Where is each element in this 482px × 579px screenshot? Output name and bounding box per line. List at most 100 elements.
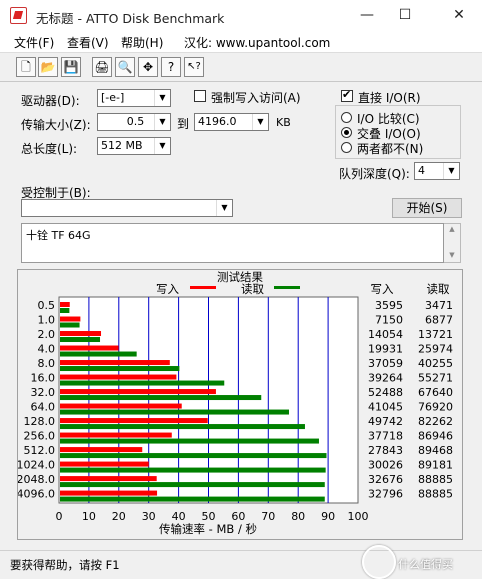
- new-file-icon[interactable]: 🗋: [16, 57, 36, 77]
- bar-read: [60, 409, 289, 415]
- drive-label: 驱动器(D):: [21, 94, 80, 108]
- value-read: 82262: [418, 415, 453, 428]
- bar-read: [60, 380, 225, 386]
- value-write: 30026: [368, 459, 403, 472]
- move-icon[interactable]: ✥: [138, 57, 158, 77]
- open-folder-icon[interactable]: 📂: [38, 57, 58, 77]
- y-tick-label: 2048.0: [18, 473, 55, 486]
- y-tick-label: 512.0: [24, 444, 56, 457]
- maximize-button[interactable]: ☐: [382, 0, 428, 30]
- bar-write: [60, 360, 170, 366]
- description-scrollbar[interactable]: ▲ ▼: [444, 223, 461, 263]
- help-icon[interactable]: ?: [161, 57, 181, 77]
- bar-read: [60, 337, 101, 343]
- bar-read: [60, 467, 326, 473]
- menu-bar: 文件(F) 查看(V) 帮助(H) 汉化: www.upantool.com: [0, 30, 482, 52]
- column-header-write: 写入: [371, 282, 394, 296]
- bar-write: [60, 418, 208, 424]
- y-tick-label: 128.0: [24, 415, 56, 428]
- value-read: 25974: [418, 343, 453, 356]
- y-tick-label: 1.0: [38, 314, 56, 327]
- controlled-by-select[interactable]: ▼: [21, 199, 233, 217]
- value-write: 14054: [368, 328, 403, 341]
- check-icon: ✔: [342, 88, 352, 101]
- neither-label: 两者都不(N): [357, 142, 424, 156]
- context-help-icon[interactable]: ↖?: [184, 57, 204, 77]
- chevron-down-icon: ▼: [154, 138, 170, 154]
- bar-read: [60, 424, 305, 430]
- bar-read: [60, 482, 325, 488]
- direct-io-checkbox[interactable]: ✔: [341, 88, 353, 102]
- queue-depth-label: 队列深度(Q):: [339, 167, 410, 181]
- x-tick-label: 70: [261, 510, 275, 523]
- bar-write: [60, 476, 157, 482]
- menu-help[interactable]: 帮助(H): [121, 34, 163, 51]
- y-tick-label: 32.0: [31, 386, 56, 399]
- value-read: 6877: [425, 314, 453, 327]
- queue-depth-select[interactable]: 4 ▼: [414, 162, 460, 180]
- x-tick-label: 10: [82, 510, 96, 523]
- bar-read: [60, 395, 262, 401]
- bar-write: [60, 447, 143, 453]
- chevron-down-icon: ▼: [154, 90, 170, 106]
- value-read: 3471: [425, 299, 453, 312]
- bar-write: [60, 331, 102, 337]
- x-tick-label: 100: [348, 510, 369, 523]
- chevron-down-icon: ▼: [252, 114, 268, 130]
- start-button[interactable]: 开始(S): [392, 198, 462, 218]
- print-icon[interactable]: 🖨: [92, 57, 112, 77]
- value-write: 52488: [368, 386, 403, 399]
- bar-write: [60, 374, 177, 380]
- watermark-logo: [362, 545, 396, 579]
- bar-read: [60, 308, 70, 313]
- print-preview-icon[interactable]: 🔍: [115, 57, 135, 77]
- value-write: 19931: [368, 343, 403, 356]
- bar-read: [60, 496, 325, 502]
- value-read: 67640: [418, 386, 453, 399]
- value-read: 89181: [418, 459, 453, 472]
- transfer-to-select[interactable]: 4196.0 ▼: [194, 113, 269, 131]
- value-read: 88885: [418, 488, 453, 501]
- chevron-down-icon: ▼: [443, 163, 459, 179]
- radio-overlapped-io[interactable]: [341, 127, 352, 138]
- x-tick-label: 80: [291, 510, 305, 523]
- legend-write-label: 写入: [156, 282, 179, 296]
- bar-write: [60, 461, 149, 467]
- value-write: 39264: [368, 372, 403, 385]
- x-tick-label: 90: [321, 510, 335, 523]
- transfer-from-select[interactable]: 0.5 ▼: [97, 113, 171, 131]
- transfer-from-value: 0.5: [126, 115, 145, 128]
- close-button[interactable]: ✕: [436, 0, 482, 30]
- transfer-size-label: 传输大小(Z):: [21, 118, 91, 132]
- menu-view[interactable]: 查看(V): [67, 34, 109, 51]
- y-tick-label: 4.0: [38, 343, 56, 356]
- save-icon[interactable]: 💾: [61, 57, 81, 77]
- y-tick-label: 8.0: [38, 357, 56, 370]
- drive-select[interactable]: [-e-] ▼: [97, 89, 171, 107]
- results-chart-frame: 测试结果 写入 读取 写入 读取 0.5 1.0 2.0 4.0 8.0 16.0 32.0…: [17, 269, 463, 540]
- value-read: 13721: [418, 328, 453, 341]
- radio-neither[interactable]: [341, 142, 352, 153]
- value-write: 7150: [375, 314, 403, 327]
- value-write: 37718: [368, 430, 403, 443]
- menu-file[interactable]: 文件(F): [14, 34, 54, 51]
- bar-write: [60, 302, 70, 307]
- x-tick-label: 20: [112, 510, 126, 523]
- x-tick-label: 0: [56, 510, 63, 523]
- legend-read-swatch: [274, 286, 300, 289]
- bar-read: [60, 453, 327, 459]
- force-write-checkbox[interactable]: [194, 90, 206, 102]
- value-read: 76920: [418, 401, 453, 414]
- value-read: 89468: [418, 444, 453, 457]
- value-write: 37059: [368, 357, 403, 370]
- value-write: 32676: [368, 473, 403, 486]
- total-length-select[interactable]: 512 MB ▼: [97, 137, 171, 155]
- bar-read: [60, 438, 319, 444]
- value-read: 88885: [418, 473, 453, 486]
- value-read: 86946: [418, 430, 453, 443]
- radio-io-compare[interactable]: [341, 112, 352, 123]
- description-textarea[interactable]: 十铨 TF 64G: [21, 223, 444, 263]
- menu-localization[interactable]: 汉化: www.upantool.com: [184, 34, 330, 51]
- scroll-down-icon: ▼: [449, 251, 455, 259]
- transfer-unit: KB: [276, 116, 291, 129]
